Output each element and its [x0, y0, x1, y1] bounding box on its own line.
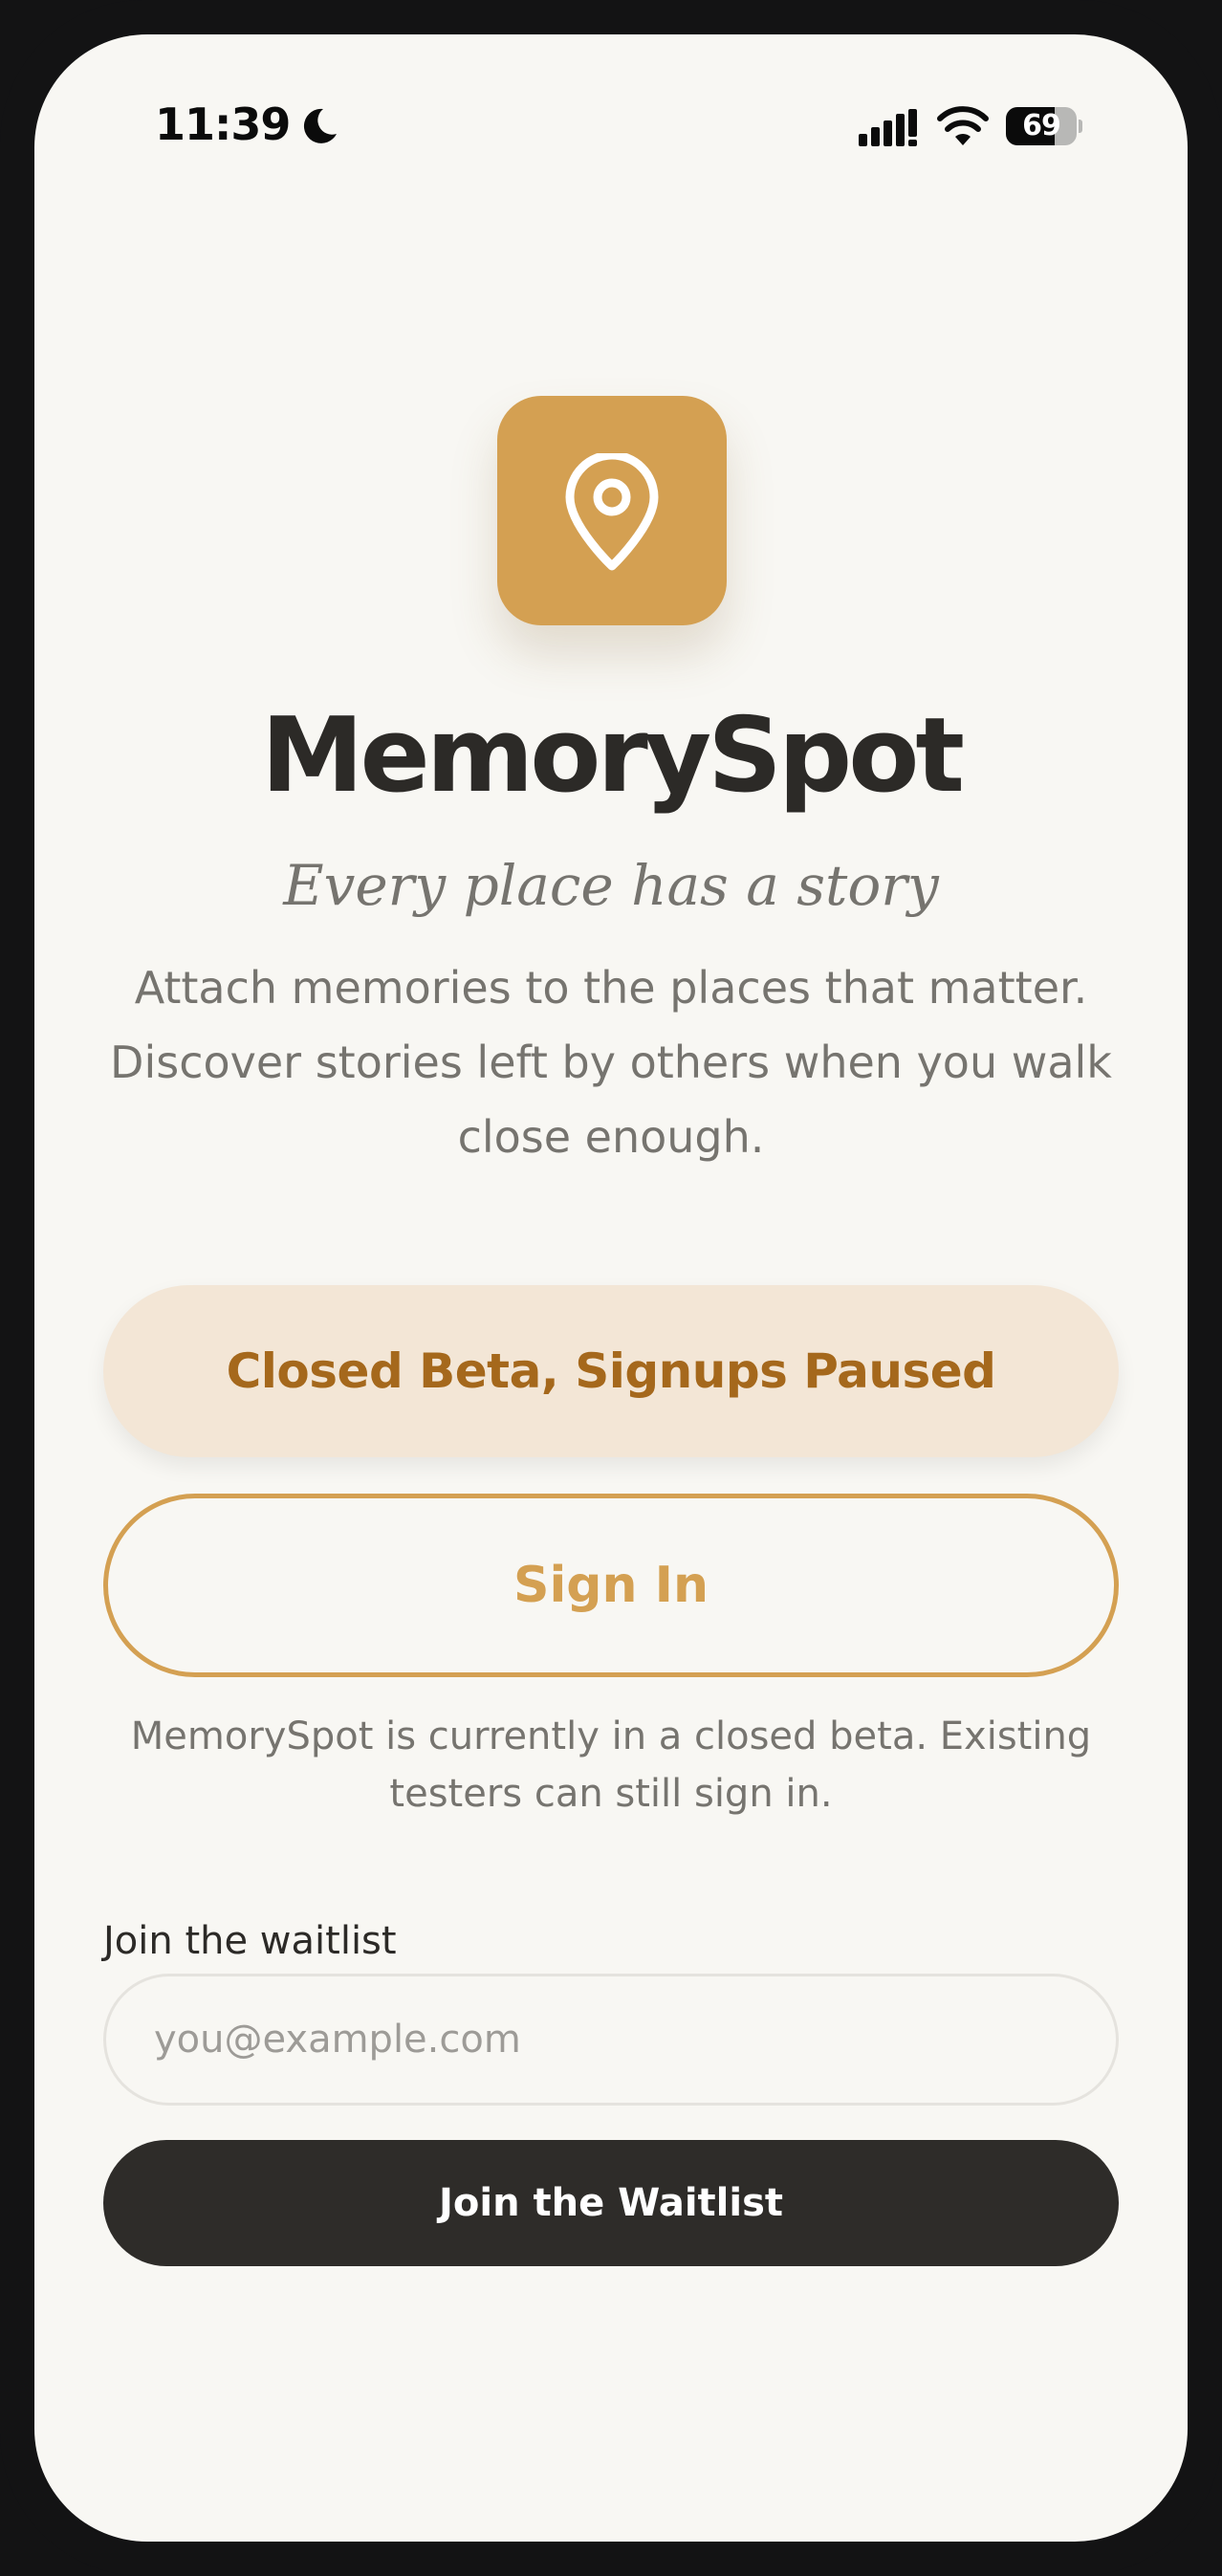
email-input[interactable] — [103, 1974, 1119, 2106]
app-screen: 11:39 69 MemorySpot Every place has a st… — [34, 34, 1188, 2542]
waitlist-label: Join the waitlist — [103, 1919, 397, 1963]
app-description: Attach memories to the places that matte… — [110, 962, 1112, 1163]
app-logo — [497, 396, 727, 625]
app-tagline: Every place has a story — [283, 853, 939, 918]
battery-level: 69 — [1022, 109, 1061, 142]
battery-icon: 69 — [1006, 107, 1082, 145]
cellular-signal-icon — [859, 109, 917, 146]
closed-beta-button[interactable]: Closed Beta, Signups Paused — [103, 1285, 1119, 1457]
sign-in-button[interactable]: Sign In — [103, 1494, 1119, 1677]
moon-icon — [303, 108, 337, 143]
status-bar: 11:39 69 — [34, 34, 1188, 197]
battery-body: 69 — [1006, 107, 1077, 145]
phone-frame: 11:39 69 MemorySpot Every place has a st… — [0, 0, 1222, 2576]
app-title: MemorySpot — [260, 696, 965, 816]
wifi-icon — [937, 106, 989, 145]
join-waitlist-button[interactable]: Join the Waitlist — [103, 2140, 1119, 2266]
map-pin-icon — [565, 453, 659, 571]
beta-note: MemorySpot is currently in a closed beta… — [130, 1714, 1092, 1816]
status-time: 11:39 — [155, 98, 291, 150]
battery-tip — [1079, 120, 1082, 133]
